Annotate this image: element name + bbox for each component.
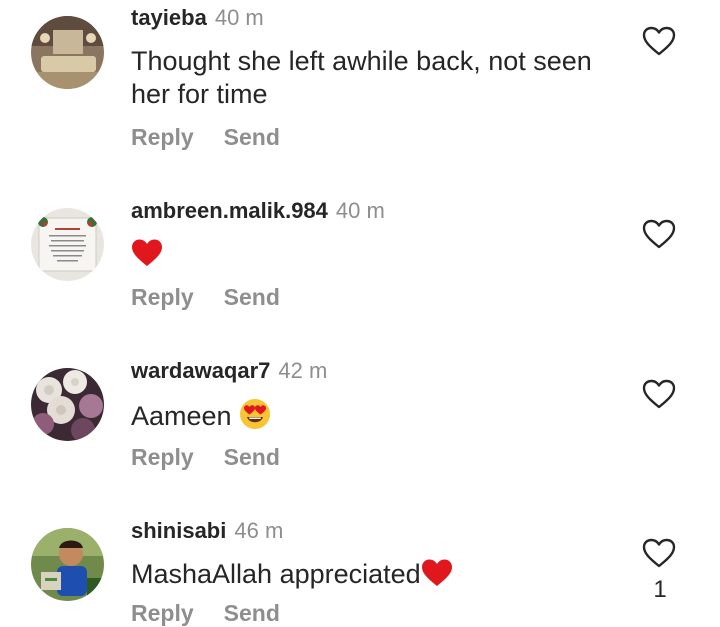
comment-username[interactable]: wardawaqar7 42 m	[131, 358, 327, 384]
comment-time: 46 m	[234, 518, 284, 543]
username-text[interactable]: shinisabi	[131, 518, 226, 543]
username-text[interactable]: tayieba	[131, 5, 207, 30]
username-text[interactable]: wardawaqar7	[131, 358, 270, 383]
comment-text-body: Aameen	[131, 401, 232, 431]
like-button[interactable]	[641, 25, 677, 57]
comment-username[interactable]: shinisabi 46 m	[131, 518, 283, 544]
reply-button[interactable]: Reply	[131, 124, 194, 150]
comment-actions: Reply Send	[131, 600, 280, 627]
comment-text	[131, 238, 631, 276]
comment-time: 42 m	[278, 358, 328, 383]
comment-username[interactable]: tayieba 40 m	[131, 5, 264, 31]
reply-button[interactable]: Reply	[131, 600, 194, 626]
username-text[interactable]: ambreen.malik.984	[131, 198, 328, 223]
comment-time: 40 m	[214, 5, 264, 30]
comment-time: 40 m	[335, 198, 385, 223]
reply-button[interactable]: Reply	[131, 444, 194, 470]
avatar-image	[31, 368, 104, 441]
reply-button[interactable]: Reply	[131, 284, 194, 310]
comment-actions: Reply Send	[131, 444, 280, 471]
send-button[interactable]: Send	[224, 124, 280, 150]
like-count[interactable]: 1	[651, 576, 669, 604]
avatar-image	[31, 528, 104, 601]
like-button[interactable]	[641, 537, 677, 569]
send-button[interactable]: Send	[224, 444, 280, 470]
like-button[interactable]	[641, 218, 677, 250]
comment-text: Thought she left awhile back, not seen h…	[131, 46, 592, 109]
avatar[interactable]	[31, 368, 104, 441]
heart-eyes-face-emoji-icon	[239, 398, 271, 438]
comment-text-body: MashaAllah appreciated	[131, 559, 421, 589]
red-heart-emoji-icon	[131, 238, 163, 276]
avatar-image	[31, 208, 104, 281]
heart-outline-icon	[642, 379, 676, 409]
heart-outline-icon	[642, 538, 676, 568]
comment-actions: Reply Send	[131, 284, 280, 311]
avatar-image	[31, 16, 104, 89]
comment-text: MashaAllah appreciated	[131, 558, 631, 596]
comment-username[interactable]: ambreen.malik.984 40 m	[131, 198, 385, 224]
like-button[interactable]	[641, 378, 677, 410]
avatar[interactable]	[31, 528, 104, 601]
heart-outline-icon	[642, 219, 676, 249]
avatar[interactable]	[31, 208, 104, 281]
comment-text: Aameen	[131, 398, 631, 438]
comment-actions: Reply Send	[131, 124, 280, 151]
red-heart-emoji-icon	[421, 558, 453, 596]
send-button[interactable]: Send	[224, 284, 280, 310]
send-button[interactable]: Send	[224, 600, 280, 626]
avatar[interactable]	[31, 16, 104, 89]
heart-outline-icon	[642, 26, 676, 56]
